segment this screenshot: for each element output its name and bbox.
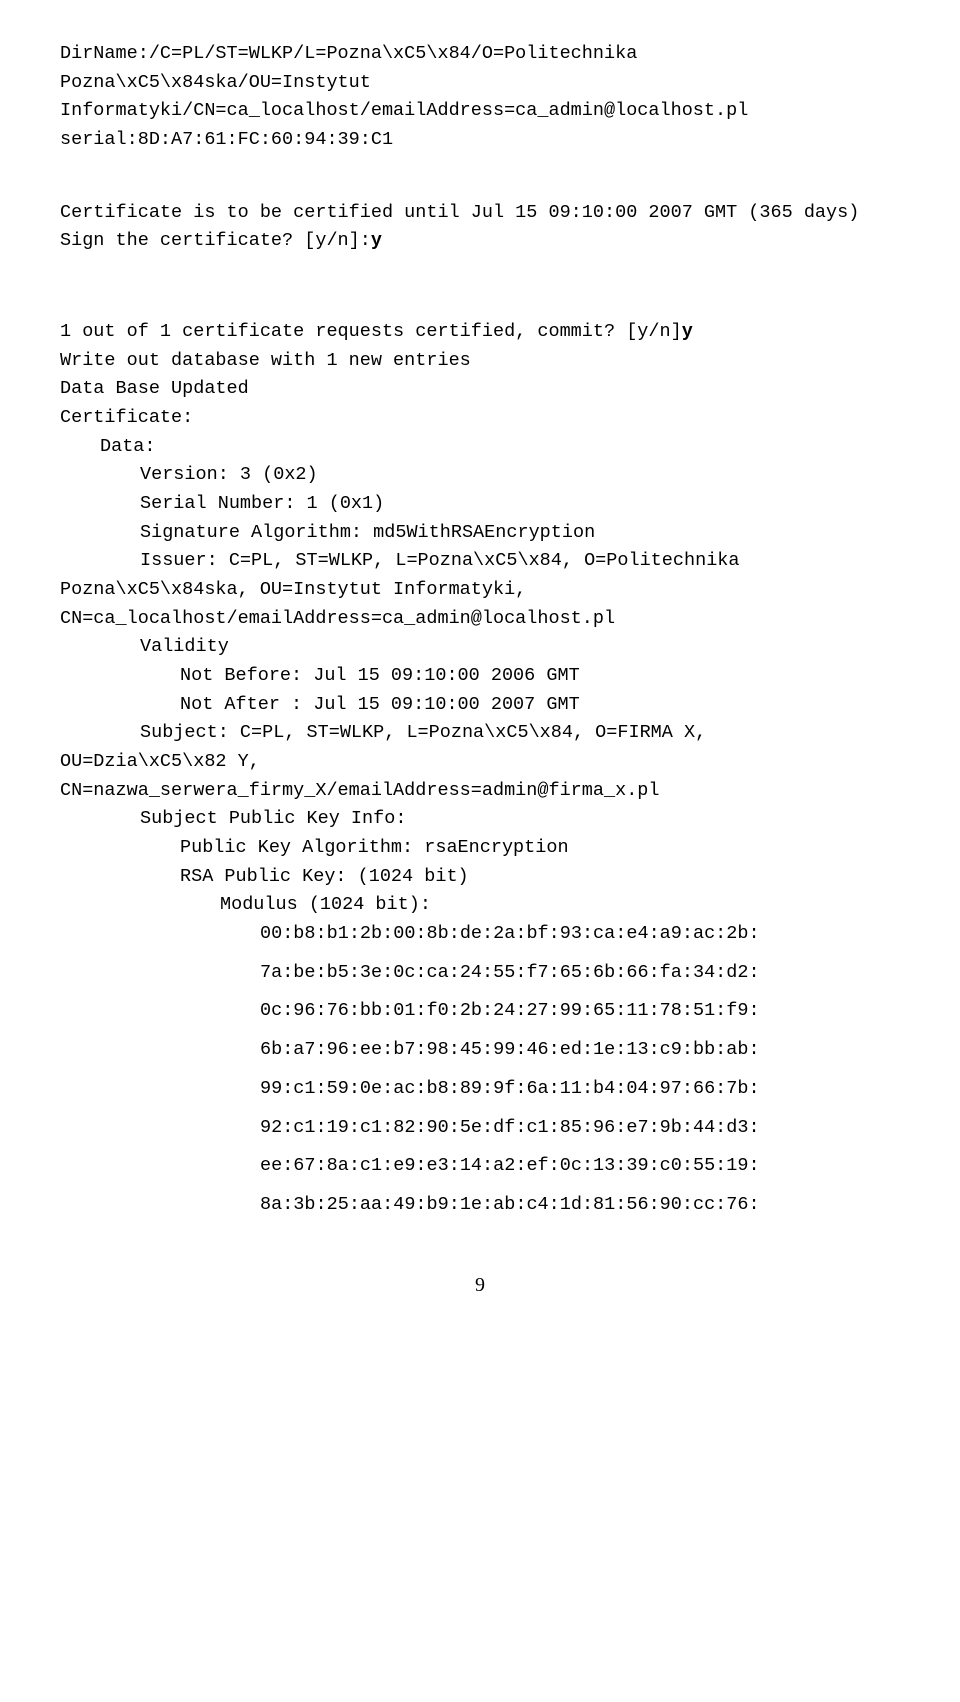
sign-cert-prompt: Sign the certificate? [y/n]:	[60, 230, 371, 251]
modulus-row: 00:b8:b1:2b:00:8b:de:2a:bf:93:ca:e4:a9:a…	[60, 920, 900, 949]
validity-label: Validity	[60, 633, 900, 662]
modulus-label: Modulus (1024 bit):	[60, 891, 900, 920]
version-line: Version: 3 (0x2)	[60, 461, 900, 490]
commit-prompt: 1 out of 1 certificate requests certifie…	[60, 321, 682, 342]
data-label: Data:	[60, 433, 900, 462]
sig-algo-line: Signature Algorithm: md5WithRSAEncryptio…	[60, 519, 900, 548]
sign-cert-line: Sign the certificate? [y/n]:y	[60, 227, 900, 256]
write-db-line: Write out database with 1 new entries	[60, 347, 900, 376]
certificate-label: Certificate:	[60, 404, 900, 433]
modulus-row: 7a:be:b5:3e:0c:ca:24:55:f7:65:6b:66:fa:3…	[60, 959, 900, 988]
modulus-row: 92:c1:19:c1:82:90:5e:df:c1:85:96:e7:9b:4…	[60, 1114, 900, 1143]
rsa-pubkey-line: RSA Public Key: (1024 bit)	[60, 863, 900, 892]
cert-until-line: Certificate is to be certified until Jul…	[60, 199, 900, 228]
commit-line: 1 out of 1 certificate requests certifie…	[60, 318, 900, 347]
subject-pki-label: Subject Public Key Info:	[60, 805, 900, 834]
commit-answer: y	[682, 321, 693, 342]
modulus-row: 0c:96:76:bb:01:f0:2b:24:27:99:65:11:78:5…	[60, 997, 900, 1026]
issuer-line: Issuer: C=PL, ST=WLKP, L=Pozna\xC5\x84, …	[60, 547, 900, 633]
subject-line: Subject: C=PL, ST=WLKP, L=Pozna\xC5\x84,…	[60, 719, 900, 805]
dirname-line: DirName:/C=PL/ST=WLKP/L=Pozna\xC5\x84/O=…	[60, 40, 900, 126]
not-before-line: Not Before: Jul 15 09:10:00 2006 GMT	[60, 662, 900, 691]
sign-cert-answer: y	[371, 230, 382, 251]
modulus-row: ee:67:8a:c1:e9:e3:14:a2:ef:0c:13:39:c0:5…	[60, 1152, 900, 1181]
not-after-line: Not After : Jul 15 09:10:00 2007 GMT	[60, 691, 900, 720]
serial-line: serial:8D:A7:61:FC:60:94:39:C1	[60, 126, 900, 155]
db-updated-line: Data Base Updated	[60, 375, 900, 404]
modulus-row: 6b:a7:96:ee:b7:98:45:99:46:ed:1e:13:c9:b…	[60, 1036, 900, 1065]
page-number: 9	[60, 1270, 900, 1301]
modulus-row: 99:c1:59:0e:ac:b8:89:9f:6a:11:b4:04:97:6…	[60, 1075, 900, 1104]
modulus-row: 8a:3b:25:aa:49:b9:1e:ab:c4:1d:81:56:90:c…	[60, 1191, 900, 1220]
serial-number-line: Serial Number: 1 (0x1)	[60, 490, 900, 519]
pubkey-algo-line: Public Key Algorithm: rsaEncryption	[60, 834, 900, 863]
